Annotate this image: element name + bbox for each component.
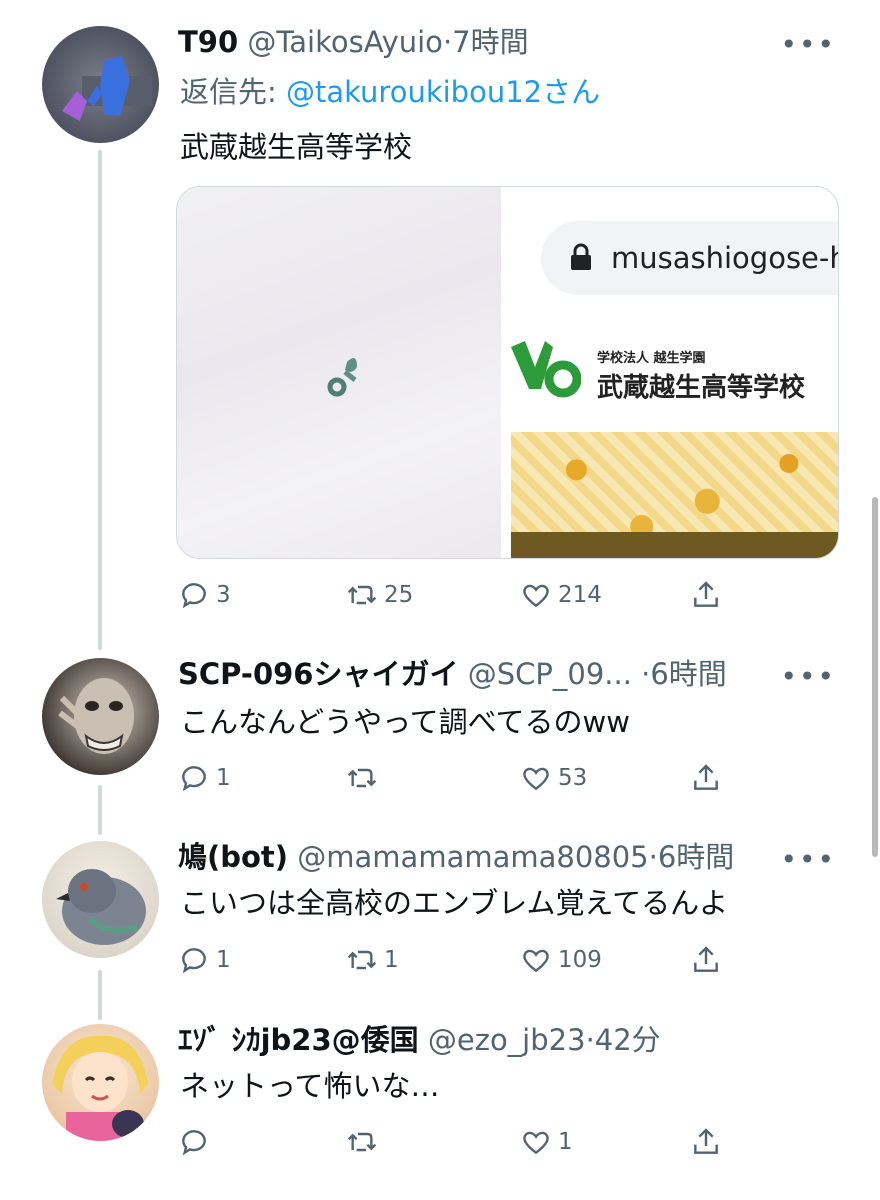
share-icon [694,1128,718,1154]
tweet-header: SCP-096シャイガイ @SCP_09... ·6時間 [178,654,727,694]
tweet-media[interactable]: musashiogose-h 学校法人 越生学園 武蔵越生高等学校 [176,186,839,559]
avatar[interactable] [42,841,159,958]
reply-button[interactable]: 1 [178,758,231,798]
tweet-header: ｴｿﾞ ｼｶjb23@倭国 @ezo_jb23·42分 [178,1020,661,1060]
avatar[interactable] [42,658,159,775]
media-photo-right[interactable]: musashiogose-h 学校法人 越生学園 武蔵越生高等学校 [511,187,838,558]
reply-icon [182,1130,206,1156]
reply-button[interactable]: 3 [178,575,231,615]
user-handle[interactable]: @mamamamama80805 [297,840,648,874]
user-handle[interactable]: @ezo_jb23 [428,1023,586,1057]
like-count: 214 [558,582,602,608]
school-logo [511,341,581,398]
share-button[interactable] [690,575,722,615]
reply-count: 1 [216,947,231,973]
display-name[interactable]: T90 [178,25,238,59]
separator-dot: · [648,840,658,874]
tweet-text: ネットって怖いな… [180,1069,440,1103]
retweet-count: 25 [384,582,414,608]
reply-icon [182,948,206,974]
like-button[interactable]: 1 [520,1122,573,1162]
banner-strip [511,532,838,558]
like-icon [523,1131,549,1155]
more-icon[interactable]: ••• [780,843,836,877]
tweet-text: こいつは全高校のエンブレム覚えてるんよ [180,886,729,920]
user-handle[interactable]: @SCP_09... [468,657,632,691]
retweet-icon [347,1132,377,1152]
separator-dot: · [641,657,651,691]
like-icon [523,584,549,608]
share-button[interactable] [690,1122,722,1162]
browser-url: musashiogose-h [611,241,839,275]
reply-count: 3 [216,582,231,608]
timestamp[interactable]: 42分 [595,1023,661,1057]
display-name[interactable]: 鳩(bot) [178,840,288,874]
reply-mention-link[interactable]: @takuroukibou12さん [286,75,600,109]
share-icon [694,764,718,790]
tweet-text: こんなんどうやって調べてるのww [180,705,630,739]
tweet-text: 武蔵越生高等学校 [180,130,413,164]
like-count: 53 [558,765,588,791]
thread-line [98,150,102,650]
school-subtitle: 学校法人 越生学園 [597,351,706,366]
like-count: 1 [558,1129,573,1155]
display-name[interactable]: SCP-096シャイガイ [178,657,459,691]
retweet-icon [347,950,377,970]
tweet-header: T90 @TaikosAyuio·7時間 [178,22,529,62]
retweet-button[interactable]: 1 [346,940,399,980]
more-icon[interactable]: ••• [780,28,836,62]
reply-button[interactable] [178,1122,216,1162]
share-button[interactable] [690,940,722,980]
reply-icon [182,766,206,792]
like-count: 109 [558,947,602,973]
tweet-actions: 1 1 109 [178,940,748,980]
user-handle[interactable]: @TaikosAyuio [247,25,443,59]
separator-dot: · [442,25,453,59]
retweet-icon [347,768,377,788]
tweet[interactable]: SCP-096シャイガイ @SCP_09... ·6時間 ••• こんなんどうや… [0,640,880,835]
like-button[interactable]: 53 [520,758,587,798]
school-name: 武蔵越生高等学校 [597,373,806,403]
tweet-actions: 1 53 [178,758,748,798]
like-button[interactable]: 214 [520,575,602,615]
timestamp[interactable]: 6時間 [650,657,726,691]
retweet-button[interactable]: 25 [346,575,413,615]
retweet-button[interactable] [346,1122,384,1162]
like-icon [523,767,549,791]
lock-icon [571,243,591,270]
tweet-header: 鳩(bot) @mamamamama80805·6時間 [178,837,734,877]
share-button[interactable] [690,758,722,798]
tweet[interactable]: 鳩(bot) @mamamamama80805·6時間 ••• こいつは全高校の… [0,825,880,1020]
retweet-icon [347,585,377,605]
reply-label: 返信先: [180,75,277,109]
tweet-actions: 3 25 214 [178,575,748,615]
timestamp[interactable]: 7時間 [452,25,528,59]
scrollbar[interactable] [872,497,878,857]
retweet-count: 1 [384,947,399,973]
separator-dot: · [585,1023,595,1057]
reply-button[interactable]: 1 [178,940,231,980]
like-icon [523,949,549,973]
tweet[interactable]: T90 @TaikosAyuio·7時間 ••• 返信先: @takurouki… [0,0,880,650]
reply-icon [182,583,206,609]
emblem-closeup [327,358,357,397]
like-button[interactable]: 109 [520,940,602,980]
share-icon [694,581,718,607]
more-icon[interactable]: ••• [780,660,836,694]
tweet[interactable]: ｴｿﾞ ｼｶjb23@倭国 @ezo_jb23·42分 ネットって怖いな… 1 [0,1010,880,1200]
display-name[interactable]: ｴｿﾞ ｼｶjb23@倭国 [178,1023,419,1057]
retweet-button[interactable] [346,758,384,798]
avatar[interactable] [42,1024,159,1141]
browser-url-bar: musashiogose-h [541,221,839,295]
timestamp[interactable]: 6時間 [658,840,734,874]
reply-to: 返信先: @takuroukibou12さん [180,72,600,112]
reply-count: 1 [216,765,231,791]
share-icon [694,946,718,972]
tweet-actions: 1 [178,1122,748,1162]
avatar[interactable] [42,26,159,143]
media-photo-left[interactable] [177,187,501,558]
